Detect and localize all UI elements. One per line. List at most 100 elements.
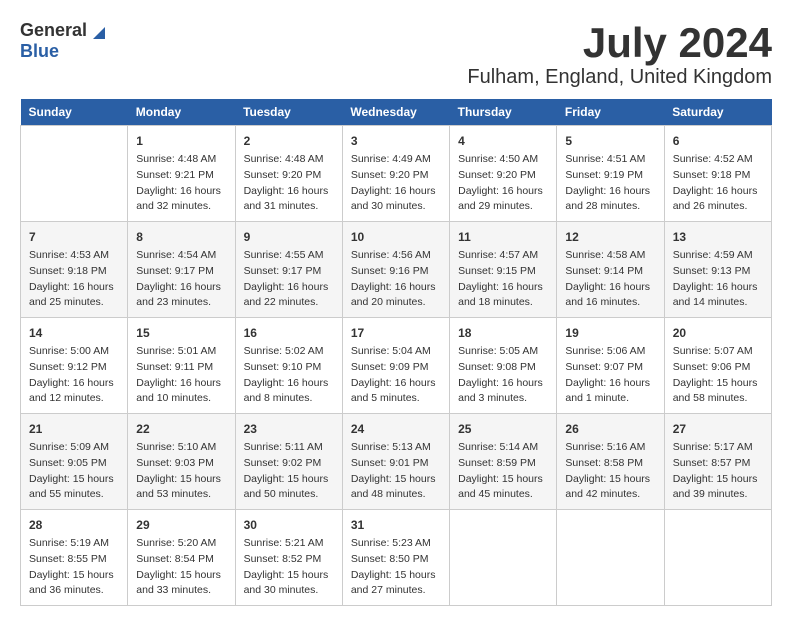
day-number: 31 xyxy=(351,516,441,534)
cell-content: Sunrise: 5:21 AM Sunset: 8:52 PM Dayligh… xyxy=(244,536,334,599)
header-row: SundayMondayTuesdayWednesdayThursdayFrid… xyxy=(21,99,772,126)
cell-content: Sunrise: 5:10 AM Sunset: 9:03 PM Dayligh… xyxy=(136,440,226,503)
cell-content: Sunrise: 4:59 AM Sunset: 9:13 PM Dayligh… xyxy=(673,248,763,311)
calendar-cell xyxy=(450,510,557,606)
day-number: 30 xyxy=(244,516,334,534)
logo-blue-text: Blue xyxy=(20,41,59,61)
weekday-header: Saturday xyxy=(664,99,771,126)
calendar-cell: 31 Sunrise: 5:23 AM Sunset: 8:50 PM Dayli… xyxy=(342,510,449,606)
cell-content: Sunrise: 5:09 AM Sunset: 9:05 PM Dayligh… xyxy=(29,440,119,503)
day-number: 4 xyxy=(458,132,548,150)
day-number: 24 xyxy=(351,420,441,438)
day-number: 27 xyxy=(673,420,763,438)
cell-content: Sunrise: 4:57 AM Sunset: 9:15 PM Dayligh… xyxy=(458,248,548,311)
cell-content: Sunrise: 4:56 AM Sunset: 9:16 PM Dayligh… xyxy=(351,248,441,311)
calendar-cell: 30 Sunrise: 5:21 AM Sunset: 8:52 PM Dayli… xyxy=(235,510,342,606)
weekday-header: Wednesday xyxy=(342,99,449,126)
cell-content: Sunrise: 4:55 AM Sunset: 9:17 PM Dayligh… xyxy=(244,248,334,311)
day-number: 3 xyxy=(351,132,441,150)
weekday-header: Friday xyxy=(557,99,664,126)
day-number: 25 xyxy=(458,420,548,438)
calendar-cell xyxy=(557,510,664,606)
cell-content: Sunrise: 5:17 AM Sunset: 8:57 PM Dayligh… xyxy=(673,440,763,503)
day-number: 16 xyxy=(244,324,334,342)
calendar-cell xyxy=(664,510,771,606)
day-number: 11 xyxy=(458,228,548,246)
page-header: General Blue July 2024 Fulham, England, … xyxy=(20,20,772,89)
cell-content: Sunrise: 5:14 AM Sunset: 8:59 PM Dayligh… xyxy=(458,440,548,503)
logo-triangle-icon xyxy=(89,21,109,41)
cell-content: Sunrise: 4:48 AM Sunset: 9:21 PM Dayligh… xyxy=(136,152,226,215)
calendar-cell: 15 Sunrise: 5:01 AM Sunset: 9:11 PM Dayli… xyxy=(128,318,235,414)
cell-content: Sunrise: 4:49 AM Sunset: 9:20 PM Dayligh… xyxy=(351,152,441,215)
calendar-cell: 20 Sunrise: 5:07 AM Sunset: 9:06 PM Dayli… xyxy=(664,318,771,414)
day-number: 13 xyxy=(673,228,763,246)
calendar-cell: 10 Sunrise: 4:56 AM Sunset: 9:16 PM Dayli… xyxy=(342,222,449,318)
calendar-week-row: 1 Sunrise: 4:48 AM Sunset: 9:21 PM Daylig… xyxy=(21,126,772,222)
month-title: July 2024 xyxy=(467,20,772,66)
day-number: 14 xyxy=(29,324,119,342)
calendar-cell: 18 Sunrise: 5:05 AM Sunset: 9:08 PM Dayli… xyxy=(450,318,557,414)
calendar-cell: 4 Sunrise: 4:50 AM Sunset: 9:20 PM Daylig… xyxy=(450,126,557,222)
calendar-cell: 29 Sunrise: 5:20 AM Sunset: 8:54 PM Dayli… xyxy=(128,510,235,606)
logo-general-text: General xyxy=(20,20,87,41)
weekday-header: Thursday xyxy=(450,99,557,126)
day-number: 23 xyxy=(244,420,334,438)
day-number: 1 xyxy=(136,132,226,150)
calendar-cell: 5 Sunrise: 4:51 AM Sunset: 9:19 PM Daylig… xyxy=(557,126,664,222)
calendar-cell: 14Sunrise: 5:00 AM Sunset: 9:12 PM Dayli… xyxy=(21,318,128,414)
day-number: 18 xyxy=(458,324,548,342)
day-number: 15 xyxy=(136,324,226,342)
day-number: 7 xyxy=(29,228,119,246)
day-number: 20 xyxy=(673,324,763,342)
calendar-week-row: 7 Sunrise: 4:53 AM Sunset: 9:18 PM Daylig… xyxy=(21,222,772,318)
cell-content: Sunrise: 5:11 AM Sunset: 9:02 PM Dayligh… xyxy=(244,440,334,503)
calendar-week-row: 28Sunrise: 5:19 AM Sunset: 8:55 PM Dayli… xyxy=(21,510,772,606)
day-number: 9 xyxy=(244,228,334,246)
day-number: 10 xyxy=(351,228,441,246)
calendar-cell: 25 Sunrise: 5:14 AM Sunset: 8:59 PM Dayli… xyxy=(450,414,557,510)
cell-content: Sunrise: 4:52 AM Sunset: 9:18 PM Dayligh… xyxy=(673,152,763,215)
calendar-cell: 16 Sunrise: 5:02 AM Sunset: 9:10 PM Dayli… xyxy=(235,318,342,414)
day-number: 29 xyxy=(136,516,226,534)
calendar-cell: 28Sunrise: 5:19 AM Sunset: 8:55 PM Dayli… xyxy=(21,510,128,606)
calendar-cell: 13 Sunrise: 4:59 AM Sunset: 9:13 PM Dayli… xyxy=(664,222,771,318)
weekday-header: Monday xyxy=(128,99,235,126)
calendar-cell: 1 Sunrise: 4:48 AM Sunset: 9:21 PM Daylig… xyxy=(128,126,235,222)
title-area: July 2024 Fulham, England, United Kingdo… xyxy=(467,20,772,89)
day-number: 6 xyxy=(673,132,763,150)
weekday-header: Tuesday xyxy=(235,99,342,126)
calendar-cell: 21 Sunrise: 5:09 AM Sunset: 9:05 PM Dayli… xyxy=(21,414,128,510)
calendar-week-row: 21 Sunrise: 5:09 AM Sunset: 9:05 PM Dayli… xyxy=(21,414,772,510)
calendar-cell: 8Sunrise: 4:54 AM Sunset: 9:17 PM Daylig… xyxy=(128,222,235,318)
calendar-cell: 24 Sunrise: 5:13 AM Sunset: 9:01 PM Dayli… xyxy=(342,414,449,510)
cell-content: Sunrise: 5:02 AM Sunset: 9:10 PM Dayligh… xyxy=(244,344,334,407)
day-number: 12 xyxy=(565,228,655,246)
cell-content: Sunrise: 4:48 AM Sunset: 9:20 PM Dayligh… xyxy=(244,152,334,215)
cell-content: Sunrise: 5:13 AM Sunset: 9:01 PM Dayligh… xyxy=(351,440,441,503)
weekday-header: Sunday xyxy=(21,99,128,126)
calendar-cell: 6 Sunrise: 4:52 AM Sunset: 9:18 PM Daylig… xyxy=(664,126,771,222)
calendar-cell: 26Sunrise: 5:16 AM Sunset: 8:58 PM Dayli… xyxy=(557,414,664,510)
day-number: 5 xyxy=(565,132,655,150)
cell-content: Sunrise: 4:50 AM Sunset: 9:20 PM Dayligh… xyxy=(458,152,548,215)
cell-content: Sunrise: 5:07 AM Sunset: 9:06 PM Dayligh… xyxy=(673,344,763,407)
cell-content: Sunrise: 4:53 AM Sunset: 9:18 PM Dayligh… xyxy=(29,248,119,311)
cell-content: Sunrise: 5:20 AM Sunset: 8:54 PM Dayligh… xyxy=(136,536,226,599)
cell-content: Sunrise: 5:23 AM Sunset: 8:50 PM Dayligh… xyxy=(351,536,441,599)
cell-content: Sunrise: 5:16 AM Sunset: 8:58 PM Dayligh… xyxy=(565,440,655,503)
day-number: 28 xyxy=(29,516,119,534)
calendar-cell: 23 Sunrise: 5:11 AM Sunset: 9:02 PM Dayli… xyxy=(235,414,342,510)
calendar-cell xyxy=(21,126,128,222)
day-number: 8 xyxy=(136,228,226,246)
cell-content: Sunrise: 5:06 AM Sunset: 9:07 PM Dayligh… xyxy=(565,344,655,407)
day-number: 21 xyxy=(29,420,119,438)
calendar-cell: 27 Sunrise: 5:17 AM Sunset: 8:57 PM Dayli… xyxy=(664,414,771,510)
day-number: 2 xyxy=(244,132,334,150)
calendar-cell: 11 Sunrise: 4:57 AM Sunset: 9:15 PM Dayli… xyxy=(450,222,557,318)
logo: General Blue xyxy=(20,20,109,62)
cell-content: Sunrise: 5:05 AM Sunset: 9:08 PM Dayligh… xyxy=(458,344,548,407)
calendar-cell: 17Sunrise: 5:04 AM Sunset: 9:09 PM Dayli… xyxy=(342,318,449,414)
cell-content: Sunrise: 5:01 AM Sunset: 9:11 PM Dayligh… xyxy=(136,344,226,407)
cell-content: Sunrise: 4:51 AM Sunset: 9:19 PM Dayligh… xyxy=(565,152,655,215)
